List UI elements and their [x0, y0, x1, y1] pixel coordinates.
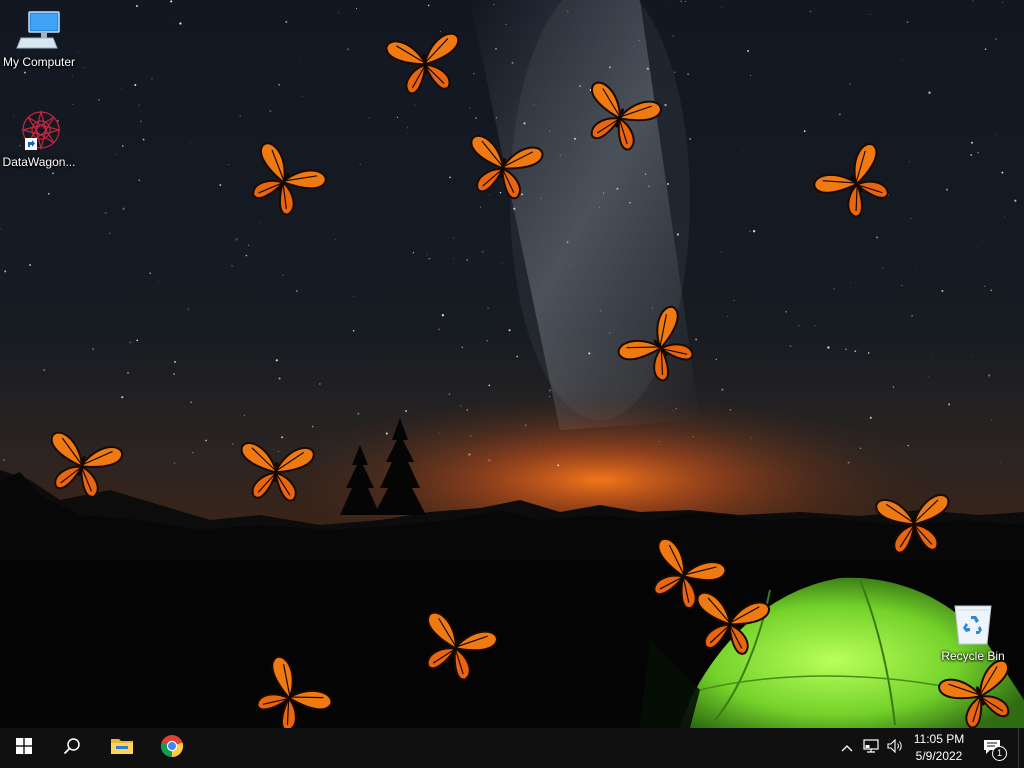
taskbar-clock[interactable]: 11:05 PM 5/9/2022: [905, 731, 973, 765]
desktop-icon-label: My Computer: [2, 55, 76, 69]
butterfly-decoration: [813, 143, 896, 218]
butterfly-decoration: [250, 655, 333, 732]
desktop-icon-my-computer[interactable]: My Computer: [0, 8, 78, 69]
wallpaper-art: [0, 0, 1024, 728]
butterfly-decoration: [236, 436, 316, 506]
notification-count-badge: 1: [992, 746, 1007, 761]
desktop-icon-label: Recycle Bin: [941, 649, 1005, 663]
chrome-icon: [160, 734, 184, 763]
notification-icon: 1: [982, 738, 1007, 761]
tray-volume-button[interactable]: [884, 728, 906, 768]
recycle-bin-icon: [949, 602, 997, 646]
file-explorer-icon: [110, 736, 134, 761]
taskbar-file-explorer[interactable]: [98, 728, 146, 768]
butterfly-decoration: [416, 611, 499, 682]
taskbar: 11:05 PM 5/9/2022 1: [0, 728, 1024, 768]
search-button[interactable]: [48, 728, 96, 768]
butterfly-decoration: [463, 132, 544, 202]
tray-network-button[interactable]: [860, 728, 882, 768]
volume-icon: [887, 738, 903, 758]
show-desktop-button[interactable]: [1018, 728, 1024, 768]
butterfly-decoration: [874, 488, 954, 558]
butterfly-decoration: [580, 81, 663, 152]
butterfly-decoration: [385, 28, 465, 98]
chevron-up-icon: [841, 739, 853, 757]
notification-center-button[interactable]: 1: [978, 728, 1008, 768]
tray-chevron-button[interactable]: [838, 728, 856, 768]
butterfly-decoration: [244, 142, 327, 216]
butterfly-decoration: [937, 659, 1020, 730]
desktop-icon-label: DataWagon...: [2, 155, 76, 169]
taskbar-chrome[interactable]: [148, 728, 196, 768]
butterfly-decoration: [690, 588, 771, 658]
network-icon: [863, 738, 879, 758]
desktop-icon-datawagon[interactable]: DataWagon...: [0, 108, 78, 169]
datawagon-icon: [15, 108, 63, 152]
desktop-icon-recycle-bin[interactable]: Recycle Bin: [934, 602, 1012, 663]
windows-start-icon: [16, 737, 32, 759]
clock-date: 5/9/2022: [915, 749, 963, 763]
search-icon: [63, 737, 81, 760]
computer-icon: [15, 8, 63, 52]
desktop-wallpaper: [0, 0, 1024, 728]
butterfly-decoration: [42, 430, 124, 500]
start-button[interactable]: [0, 728, 48, 768]
clock-time: 11:05 PM: [913, 732, 965, 746]
butterfly-decoration: [617, 305, 700, 382]
